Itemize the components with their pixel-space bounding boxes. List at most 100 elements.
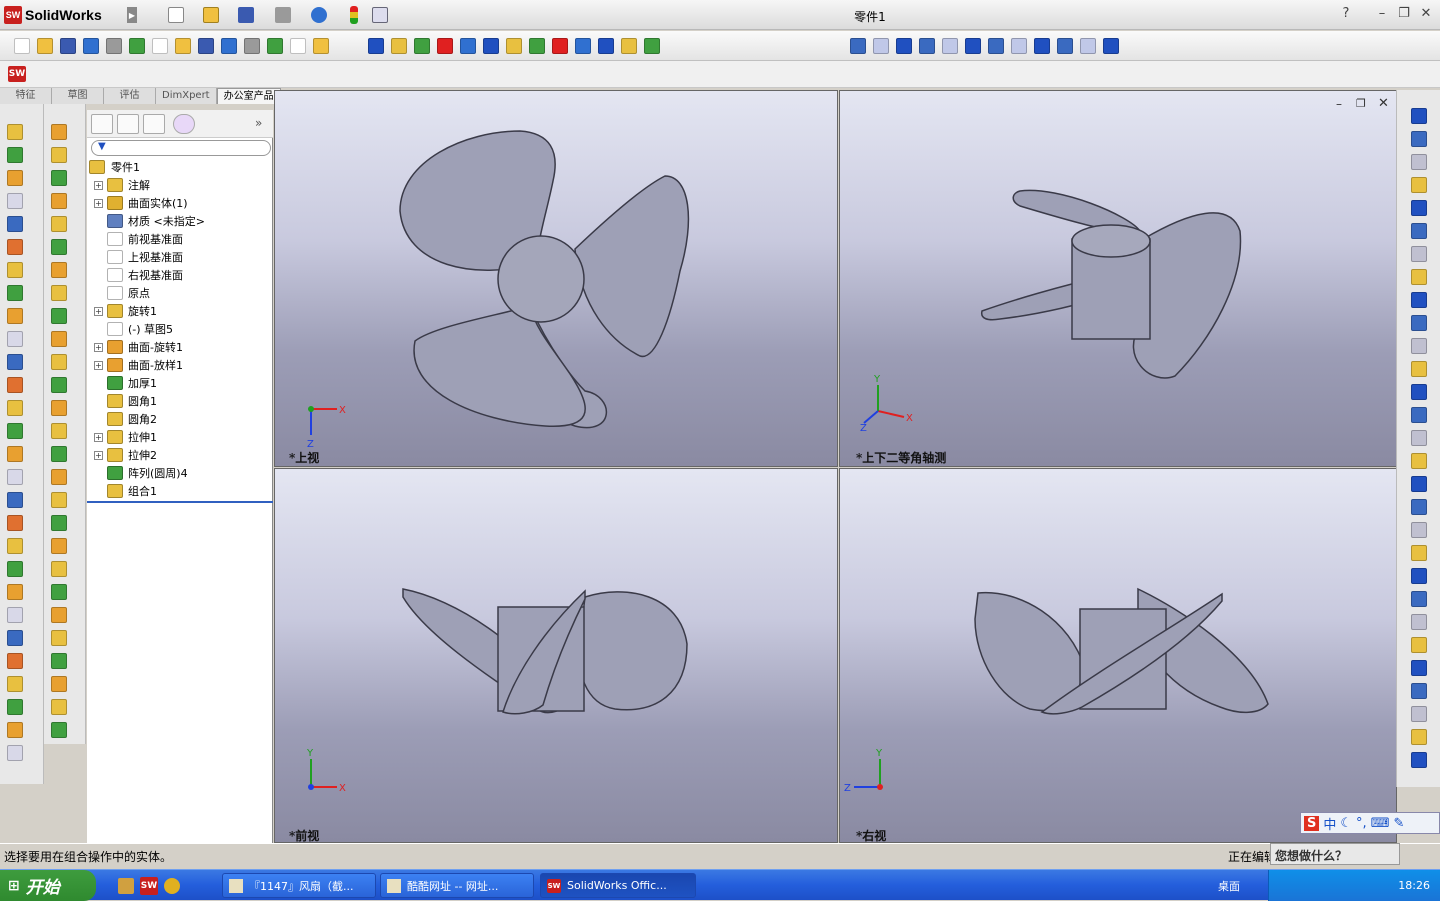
tools-tool-icon[interactable] <box>368 38 384 54</box>
tools-tool-icon[interactable] <box>529 38 545 54</box>
feature-tool-icon[interactable] <box>7 469 23 485</box>
feature-tool-icon[interactable] <box>7 331 23 347</box>
surface-tool-icon[interactable] <box>51 515 67 531</box>
sketch-tool-icon[interactable] <box>1411 384 1427 400</box>
viewport-minimize-icon[interactable]: – <box>1336 97 1342 111</box>
tools-tool-icon[interactable] <box>575 38 591 54</box>
feature-tool-icon[interactable] <box>7 124 23 140</box>
property-manager-tab-icon[interactable] <box>117 114 139 134</box>
sketch-tool-icon[interactable] <box>1411 614 1427 630</box>
configuration-manager-tab-icon[interactable] <box>143 114 165 134</box>
sketch-tool-icon[interactable] <box>1411 131 1427 147</box>
tools-tool-icon[interactable] <box>621 38 637 54</box>
feature-tool-icon[interactable] <box>7 538 23 554</box>
help-search-prompt[interactable]: 您想做什么？ <box>1270 843 1400 865</box>
feature-tool-icon[interactable] <box>7 216 23 232</box>
viewport-trimetric[interactable]: Y X Z *上下二等角轴测 – ❐ ✕ <box>839 90 1397 467</box>
tools-tool-icon[interactable] <box>598 38 614 54</box>
sketch-tool-icon[interactable] <box>1411 683 1427 699</box>
app-logo[interactable]: SW SolidWorks <box>4 5 132 25</box>
tree-item[interactable]: 阵列(圆周)4 <box>87 464 188 482</box>
feature-tool-icon[interactable] <box>7 262 23 278</box>
sketch-tool-icon[interactable] <box>1411 108 1427 124</box>
tab-sketch[interactable]: 草图 <box>52 88 104 104</box>
sketch-tool-icon[interactable] <box>1411 315 1427 331</box>
viewport-close-icon[interactable]: ✕ <box>1378 96 1389 111</box>
sketch-tool-icon[interactable] <box>1411 522 1427 538</box>
ime-toolbar[interactable]: S 中 ☾ °, ⌨ ✎ <box>1300 812 1440 834</box>
tree-item[interactable]: + 注解 <box>87 176 150 194</box>
rebuild-traffic-light-icon[interactable] <box>350 6 358 24</box>
feature-tool-icon[interactable] <box>7 170 23 186</box>
surface-tool-icon[interactable] <box>51 400 67 416</box>
surface-tool-icon[interactable] <box>51 124 67 140</box>
standard-tool-icon[interactable] <box>267 38 283 54</box>
feature-tool-icon[interactable] <box>7 285 23 301</box>
solidworks-quicklaunch-icon[interactable]: SW <box>140 877 158 895</box>
open-folder-icon[interactable] <box>203 7 219 23</box>
feature-tool-icon[interactable] <box>7 400 23 416</box>
surface-tool-icon[interactable] <box>51 262 67 278</box>
feature-tool-icon[interactable] <box>7 584 23 600</box>
feature-tool-icon[interactable] <box>7 515 23 531</box>
tools-tool-icon[interactable] <box>460 38 476 54</box>
standard-tool-icon[interactable] <box>83 38 99 54</box>
feature-tool-icon[interactable] <box>7 561 23 577</box>
feature-tool-icon[interactable] <box>7 354 23 370</box>
tab-evaluate[interactable]: 评估 <box>104 88 156 104</box>
tree-item[interactable]: 前视基准面 <box>87 230 183 248</box>
sketch-tool-icon[interactable] <box>1411 430 1427 446</box>
tree-item[interactable]: 材质 <未指定> <box>87 212 205 230</box>
keyboard-icon[interactable]: ⌨ <box>1371 816 1390 831</box>
surface-tool-icon[interactable] <box>51 676 67 692</box>
standard-tool-icon[interactable] <box>313 38 329 54</box>
taskbar-button-browser[interactable]: 酷酷网址 -- 网址... <box>380 873 534 898</box>
view-tool-icon[interactable] <box>1057 38 1073 54</box>
viewport-right[interactable]: Y Z *右视 <box>839 468 1397 843</box>
tree-item[interactable]: 圆角1 <box>87 392 157 410</box>
tree-filter-input[interactable]: ▼ <box>91 140 271 156</box>
tab-features[interactable]: 特征 <box>0 88 52 104</box>
feature-tool-icon[interactable] <box>7 308 23 324</box>
surface-tool-icon[interactable] <box>51 469 67 485</box>
surface-tool-icon[interactable] <box>51 699 67 715</box>
standard-tool-icon[interactable] <box>129 38 145 54</box>
sketch-tool-icon[interactable] <box>1411 568 1427 584</box>
tree-item[interactable]: + 拉伸1 <box>87 428 157 446</box>
surface-tool-icon[interactable] <box>51 584 67 600</box>
standard-tool-icon[interactable] <box>221 38 237 54</box>
sketch-tool-icon[interactable] <box>1411 637 1427 653</box>
help-button[interactable]: ? <box>1338 6 1354 22</box>
view-tool-icon[interactable] <box>988 38 1004 54</box>
surface-tool-icon[interactable] <box>51 239 67 255</box>
tools-tool-icon[interactable] <box>414 38 430 54</box>
moon-icon[interactable]: ☾ <box>1340 816 1352 831</box>
standard-tool-icon[interactable] <box>175 38 191 54</box>
surface-tool-icon[interactable] <box>51 170 67 186</box>
standard-tool-icon[interactable] <box>290 38 306 54</box>
tree-item[interactable]: 原点 <box>87 284 150 302</box>
expand-plus-icon[interactable]: + <box>94 432 103 442</box>
sketch-tool-icon[interactable] <box>1411 223 1427 239</box>
tree-item[interactable]: 右视基准面 <box>87 266 183 284</box>
surface-tool-icon[interactable] <box>51 423 67 439</box>
surface-tool-icon[interactable] <box>51 561 67 577</box>
surface-tool-icon[interactable] <box>51 308 67 324</box>
options-icon[interactable] <box>372 7 388 23</box>
view-tool-icon[interactable] <box>1103 38 1119 54</box>
desktop-toolbar-label[interactable]: 桌面 <box>1218 878 1240 894</box>
tools-tool-icon[interactable] <box>506 38 522 54</box>
tree-item[interactable]: 加厚1 <box>87 374 157 392</box>
standard-tool-icon[interactable] <box>152 38 168 54</box>
sketch-tool-icon[interactable] <box>1411 499 1427 515</box>
tab-dimxpert[interactable]: DimXpert <box>156 88 217 104</box>
quick-launch-icon[interactable] <box>118 878 134 894</box>
sketch-tool-icon[interactable] <box>1411 154 1427 170</box>
sketch-tool-icon[interactable] <box>1411 246 1427 262</box>
tree-item[interactable]: 上视基准面 <box>87 248 183 266</box>
feature-tool-icon[interactable] <box>7 699 23 715</box>
print-icon[interactable] <box>275 7 291 23</box>
surface-tool-icon[interactable] <box>51 285 67 301</box>
feature-tool-icon[interactable] <box>7 377 23 393</box>
sketch-tool-icon[interactable] <box>1411 476 1427 492</box>
